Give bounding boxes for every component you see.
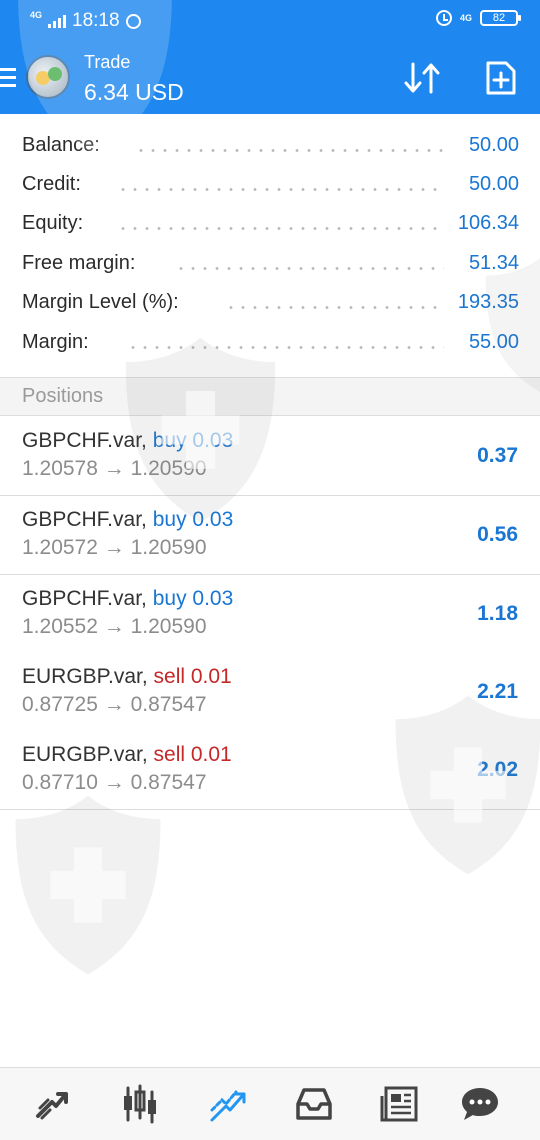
position-row[interactable]: EURGBP.var, sell 0.01 0.87710 → 0.87547 … [0,731,540,810]
balance-row: Balance: 50.00 [0,127,540,167]
position-profit: 0.56 [477,523,518,546]
page-title: Trade [84,52,131,72]
credit-label: Credit: [22,173,87,196]
position-side: sell 0.01 [153,743,232,766]
position-symbol: EURGBP.var, [22,665,148,688]
current-price: 1.20590 [130,457,207,480]
dotted-leader [127,346,444,349]
position-symbol: GBPCHF.var, [22,429,147,452]
sort-icon[interactable] [402,60,444,96]
position-prices: 0.87710 → 0.87547 [22,771,207,795]
equity-label: Equity: [22,212,90,235]
open-price: 1.20572 [22,536,98,559]
balance-value: 50.00 [468,134,519,156]
position-symbol-line: GBPCHF.var, buy 0.03 [22,429,233,453]
position-symbol-line: GBPCHF.var, buy 0.03 [22,587,233,611]
position-prices: 1.20578 → 1.20590 [22,457,207,481]
position-side: buy 0.03 [152,429,234,452]
battery-icon: 82 [480,10,521,26]
position-profit: 1.18 [477,602,518,625]
new-order-icon[interactable] [485,60,517,96]
open-price: 1.20552 [22,615,98,638]
margin-level-row: Margin Level (%): 193.35 [0,284,540,324]
current-price: 0.87547 [130,693,207,716]
dotted-leader [135,149,444,152]
positions-section-header: Positions [0,377,540,416]
positions-title: Positions [22,385,104,407]
credit-row: Credit: 50.00 [0,166,540,206]
position-row[interactable]: GBPCHF.var, buy 0.03 1.20572 → 1.20590 0… [0,496,540,575]
whatsapp-icon [125,13,141,29]
margin-level-value: 193.35 [457,291,519,313]
arrow-icon: → [103,771,125,794]
position-profit: 2.21 [477,680,518,703]
bottom-nav [0,1067,540,1140]
position-side: sell 0.01 [153,665,232,688]
current-price: 0.87547 [130,771,207,794]
alarm-icon [435,10,452,26]
network-type-right: 4G [459,12,472,23]
position-symbol: GBPCHF.var, [22,508,147,531]
margin-label: Margin: [22,331,95,354]
free-margin-label: Free margin: [22,252,142,275]
arrow-icon: → [103,615,125,638]
margin-row: Margin: 55.00 [0,324,540,364]
status-time: 18:18 [72,10,120,31]
free-margin-row: Free margin: 51.34 [0,245,540,285]
margin-value: 55.00 [468,331,519,353]
free-margin-value: 51.34 [468,252,519,274]
trade-icon[interactable] [206,1082,250,1126]
dotted-leader [225,306,444,309]
position-row[interactable]: EURGBP.var, sell 0.01 0.87725 → 0.87547 … [0,653,540,732]
position-side: buy 0.03 [152,508,234,531]
arrow-icon: → [103,693,125,716]
history-icon[interactable] [292,1082,336,1126]
open-price: 1.20578 [22,457,98,480]
arrow-icon: → [103,457,125,480]
balance-label: Balance: [22,134,106,157]
watermark-shield-icon [15,795,161,975]
equity-value: 106.34 [457,212,519,234]
position-prices: 1.20572 → 1.20590 [22,536,207,560]
position-side: buy 0.03 [152,587,234,610]
signal-icon [48,14,67,28]
position-symbol-line: EURGBP.var, sell 0.01 [22,665,232,689]
margin-level-label: Margin Level (%): [22,291,185,314]
position-row[interactable]: GBPCHF.var, buy 0.03 1.20552 → 1.20590 1… [0,575,540,654]
menu-icon[interactable] [0,68,16,88]
app-logo [26,55,70,99]
quotes-icon[interactable] [32,1082,76,1126]
dotted-leader [117,188,444,191]
status-bar: 4G 18:18 4G 82 [0,0,540,42]
position-profit: 2.02 [477,758,518,781]
position-symbol: GBPCHF.var, [22,587,147,610]
total-profit: 6.34 USD [84,79,184,105]
app-header: 4G 18:18 4G 82 Trade 6.34 USD [0,0,540,114]
current-price: 1.20590 [130,536,207,559]
dotted-leader [117,227,444,230]
position-prices: 0.87725 → 0.87547 [22,693,207,717]
arrow-icon: → [103,536,125,559]
chart-icon[interactable] [118,1082,162,1126]
position-prices: 1.20552 → 1.20590 [22,615,207,639]
open-price: 0.87725 [22,693,98,716]
open-price: 0.87710 [22,771,98,794]
chat-icon[interactable] [458,1082,502,1126]
position-row[interactable]: GBPCHF.var, buy 0.03 1.20578 → 1.20590 0… [0,417,540,496]
network-type-left: 4G [30,9,43,20]
equity-row: Equity: 106.34 [0,205,540,245]
position-symbol-line: EURGBP.var, sell 0.01 [22,743,232,767]
current-price: 1.20590 [130,615,207,638]
dotted-leader [175,267,444,270]
position-profit: 0.37 [477,444,518,467]
position-symbol: EURGBP.var, [22,743,148,766]
credit-value: 50.00 [468,173,519,195]
position-symbol-line: GBPCHF.var, buy 0.03 [22,508,233,532]
news-icon[interactable] [378,1082,422,1126]
